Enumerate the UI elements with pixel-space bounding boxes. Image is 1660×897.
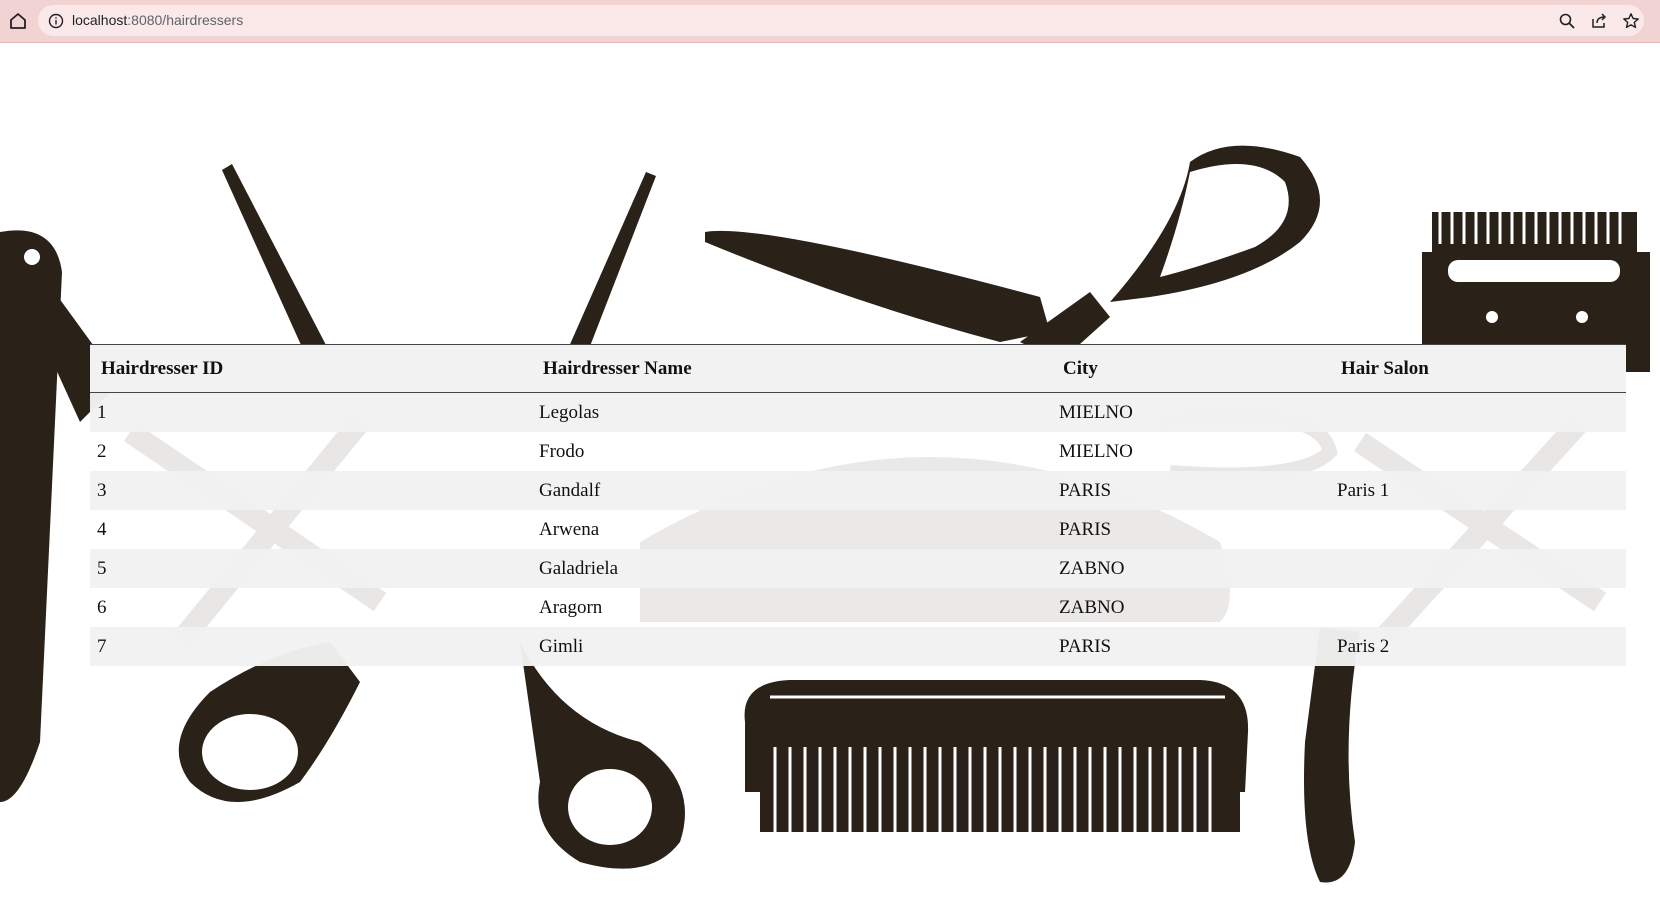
cell-hairdresser-name: Legolas <box>539 401 600 423</box>
cell-hairdresser-id: 7 <box>97 635 107 657</box>
home-button[interactable] <box>6 9 30 33</box>
cell-hairdresser-id: 2 <box>97 440 107 462</box>
scissors-top <box>705 145 1320 362</box>
cell-city: PARIS <box>1059 479 1112 501</box>
cell-hair-salon: Paris 2 <box>1337 635 1390 657</box>
url-host: localhost <box>72 12 128 28</box>
hairdressers-table: Hairdresser ID Hairdresser Name City Hai… <box>90 344 1626 666</box>
cell-hair-salon <box>1330 588 1626 627</box>
cell-hairdresser-id: 4 <box>97 518 107 540</box>
browser-toolbar: localhost:8080/hairdressers <box>0 0 1660 43</box>
cell-hair-salon <box>1330 549 1626 588</box>
cell-city: PARIS <box>1059 518 1112 540</box>
cell-hairdresser-id: 5 <box>97 557 107 579</box>
zoom-icon[interactable] <box>1558 12 1576 30</box>
header-hairdresser-name: Hairdresser Name <box>543 357 692 379</box>
cell-hairdresser-name: Frodo <box>539 440 585 462</box>
header-city: City <box>1063 357 1098 379</box>
table-row: 5 Galadriela ZABNO <box>90 549 1626 588</box>
cell-city: ZABNO <box>1059 557 1125 579</box>
table-header-row: Hairdresser ID Hairdresser Name City Hai… <box>90 344 1626 393</box>
cell-hairdresser-name: Gimli <box>539 635 584 657</box>
cell-hair-salon <box>1330 510 1626 549</box>
cell-hairdresser-id: 1 <box>97 401 107 423</box>
table-row: 7 Gimli PARIS Paris 2 <box>90 627 1626 666</box>
cell-hairdresser-name: Gandalf <box>539 479 601 501</box>
table-row: 3 Gandalf PARIS Paris 1 <box>90 471 1626 510</box>
header-hair-salon: Hair Salon <box>1341 357 1429 379</box>
table-row: 1 Legolas MIELNO <box>90 392 1626 433</box>
header-hairdresser-id: Hairdresser ID <box>101 357 224 379</box>
url-path: :8080/hairdressers <box>127 12 244 28</box>
star-icon[interactable] <box>1622 12 1640 30</box>
table-row: 2 Frodo MIELNO <box>90 432 1626 471</box>
cell-city: MIELNO <box>1059 401 1133 423</box>
cell-hairdresser-name: Galadriela <box>539 557 619 579</box>
home-icon <box>10 13 26 29</box>
table-row: 6 Aragorn ZABNO <box>90 588 1626 627</box>
cell-hairdresser-name: Aragorn <box>539 596 603 618</box>
cell-hairdresser-id: 6 <box>97 596 107 618</box>
cell-hair-salon <box>1330 393 1626 433</box>
cell-city: MIELNO <box>1059 440 1133 462</box>
address-bar[interactable]: localhost:8080/hairdressers <box>38 5 1644 36</box>
share-icon[interactable] <box>1590 12 1608 30</box>
hairdressers-table-container: Hairdresser ID Hairdresser Name City Hai… <box>90 344 1626 666</box>
cell-hairdresser-id: 3 <box>97 479 107 501</box>
url-text[interactable]: localhost:8080/hairdressers <box>72 12 243 28</box>
cell-hair-salon <box>1330 432 1626 471</box>
info-icon[interactable] <box>48 13 64 29</box>
cell-hair-salon: Paris 1 <box>1337 479 1390 501</box>
cell-hairdresser-name: Arwena <box>539 518 600 540</box>
cell-city: ZABNO <box>1059 596 1125 618</box>
table-row: 4 Arwena PARIS <box>90 510 1626 549</box>
cell-city: PARIS <box>1059 635 1112 657</box>
